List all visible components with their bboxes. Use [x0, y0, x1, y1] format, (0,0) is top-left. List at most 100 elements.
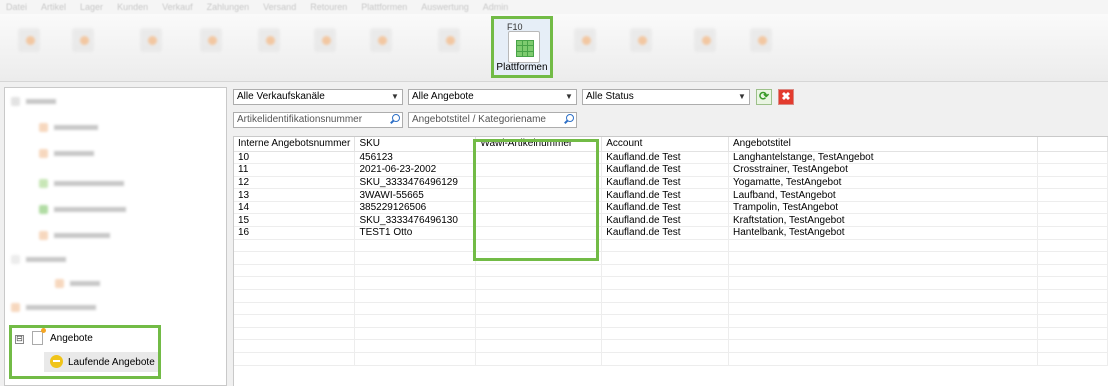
- cell-wawi-number: [475, 213, 603, 228]
- title-search-input[interactable]: Angebotstitel / Kategoriename: [408, 112, 577, 128]
- menu-item[interactable]: Auswertung: [421, 2, 469, 12]
- empty-row: [234, 264, 1108, 278]
- column-header-sku[interactable]: SKU: [354, 137, 477, 152]
- tree-node[interactable]: [39, 178, 124, 189]
- column-header-wawi-artikelnummer[interactable]: Wawi-Artikelnummer: [475, 137, 603, 152]
- toolbar-icon: [140, 28, 162, 52]
- menu-item[interactable]: Zahlungen: [207, 2, 250, 12]
- column-header-angebotstitel[interactable]: Angebotstitel: [728, 137, 1039, 152]
- channel-select[interactable]: Alle Verkaufskanäle ▼: [233, 89, 403, 105]
- menu-item[interactable]: Datei: [6, 2, 27, 12]
- tree-node[interactable]: [11, 254, 66, 265]
- ribbon-button[interactable]: [248, 20, 288, 80]
- plattformen-label: Plattformen: [496, 62, 548, 73]
- cell-sku: 456123: [354, 151, 477, 165]
- tree-node[interactable]: [39, 148, 94, 159]
- article-id-search-input[interactable]: Artikelidentifikationsnummer: [233, 112, 403, 128]
- column-header-empty: [1037, 137, 1108, 152]
- empty-row: [234, 339, 1108, 353]
- menu-item[interactable]: Versand: [263, 2, 296, 12]
- cell-wawi-number: [475, 226, 603, 240]
- article-id-search-placeholder: Artikelidentifikationsnummer: [237, 114, 363, 125]
- ribbon-button[interactable]: [304, 20, 344, 80]
- menu-item[interactable]: Plattformen: [361, 2, 407, 12]
- table-row[interactable]: 16 TEST1 Otto Kaufland.de Test Hantelbank, …: [234, 226, 1108, 240]
- table-row[interactable]: 14 385229126506 Kaufland.de Test Trampolin,…: [234, 201, 1108, 215]
- toolbar-icon: [72, 28, 94, 52]
- empty-row: [234, 327, 1108, 341]
- toolbar-icon: [200, 28, 222, 52]
- ribbon-button[interactable]: [564, 20, 604, 80]
- clear-filter-button[interactable]: ✖: [778, 89, 794, 105]
- angebote-node-highlight: ⊟ Angebote Laufende Angebote: [9, 325, 161, 379]
- cell-title: Crosstrainer, TestAngebot: [728, 163, 1039, 177]
- menu-item[interactable]: Kunden: [117, 2, 148, 12]
- table-row[interactable]: 13 3WAWI-55665 Kaufland.de Test Laufband, T…: [234, 188, 1108, 202]
- cell-title: Kraftstation, TestAngebot: [728, 213, 1039, 228]
- table-row[interactable]: 15 SKU_3333476496130 Kaufland.de Test Kraft…: [234, 213, 1108, 228]
- tree-node[interactable]: [55, 278, 100, 289]
- ribbon-button[interactable]: [428, 20, 468, 80]
- toolbar-icon: [314, 28, 336, 52]
- search-icon[interactable]: [389, 114, 400, 125]
- ribbon-button[interactable]: [684, 20, 724, 80]
- cell-wawi-number: [475, 176, 603, 190]
- ribbon-button[interactable]: [62, 20, 102, 80]
- cell-wawi-number: [475, 163, 603, 177]
- ribbon-button[interactable]: [360, 20, 400, 80]
- tree-node[interactable]: [39, 204, 126, 215]
- table-row[interactable]: 11 2021-06-23-2002 Kaufland.de Test Crosstr…: [234, 163, 1108, 177]
- refresh-button[interactable]: ⟳: [756, 89, 772, 105]
- ribbon-button[interactable]: [190, 20, 230, 80]
- toolbar-icon: [258, 28, 280, 52]
- ribbon-button[interactable]: [130, 20, 170, 80]
- chevron-down-icon: ▼: [738, 92, 746, 101]
- column-header-interne-angebotsnummer[interactable]: Interne Angebotsnummer: [234, 137, 356, 152]
- ribbon-button[interactable]: [620, 20, 660, 80]
- cell-title: Hantelbank, TestAngebot: [728, 226, 1039, 240]
- refresh-icon: ⟳: [758, 89, 770, 103]
- cell-account: Kaufland.de Test: [601, 226, 730, 240]
- menu-bar: Datei Artikel Lager Kunden Verkauf Zahlu…: [0, 0, 1108, 14]
- cell-internal-id: 16: [234, 226, 356, 240]
- status-select[interactable]: Alle Status ▼: [582, 89, 750, 105]
- cell-internal-id: 14: [234, 201, 356, 215]
- menu-item[interactable]: Artikel: [41, 2, 66, 12]
- tree-node[interactable]: [39, 122, 98, 133]
- empty-row: [234, 302, 1108, 316]
- search-icon[interactable]: [563, 114, 574, 125]
- table-row[interactable]: 12 SKU_3333476496129 Kaufland.de Test Yogam…: [234, 176, 1108, 190]
- cell-internal-id: 10: [234, 151, 356, 165]
- cell-wawi-number: [475, 151, 603, 165]
- ribbon-button[interactable]: [8, 20, 48, 80]
- collapse-icon[interactable]: ⊟: [15, 335, 24, 344]
- status-select-value: Alle Status: [586, 91, 634, 102]
- plattformen-button[interactable]: F10 Plattformen: [491, 16, 553, 78]
- tree-node[interactable]: [11, 96, 56, 107]
- offers-grid: Interne Angebotsnummer SKU Wawi-Artikeln…: [233, 136, 1108, 386]
- chevron-down-icon: ▼: [391, 92, 399, 101]
- close-icon: ✖: [781, 91, 791, 103]
- angebote-label[interactable]: Angebote: [50, 333, 93, 344]
- offers-table: Interne Angebotsnummer SKU Wawi-Artikeln…: [234, 137, 1108, 366]
- menu-item[interactable]: Verkauf: [162, 2, 193, 12]
- menu-item[interactable]: Retouren: [310, 2, 347, 12]
- cell-sku: 3WAWI-55665: [354, 188, 477, 202]
- cell-account: Kaufland.de Test: [601, 213, 730, 228]
- title-search-placeholder: Angebotstitel / Kategoriename: [412, 114, 546, 125]
- table-row[interactable]: 10 456123 Kaufland.de Test Langhantelstange…: [234, 151, 1108, 165]
- tree-node[interactable]: [11, 302, 96, 313]
- empty-row: [234, 289, 1108, 303]
- offers-select[interactable]: Alle Angebote ▼: [408, 89, 577, 105]
- cell-account: Kaufland.de Test: [601, 188, 730, 202]
- table-header-row: Interne Angebotsnummer SKU Wawi-Artikeln…: [234, 137, 1108, 152]
- ribbon-button[interactable]: [740, 20, 780, 80]
- menu-item[interactable]: Admin: [483, 2, 509, 12]
- menu-item[interactable]: Lager: [80, 2, 103, 12]
- column-header-account[interactable]: Account: [601, 137, 730, 152]
- platform-grid-icon: [508, 31, 540, 63]
- toolbar-icon: [18, 28, 40, 52]
- toolbar-icon: [750, 28, 772, 52]
- tree-node[interactable]: [39, 230, 110, 241]
- tree-item-laufende-angebote[interactable]: Laufende Angebote: [44, 352, 158, 372]
